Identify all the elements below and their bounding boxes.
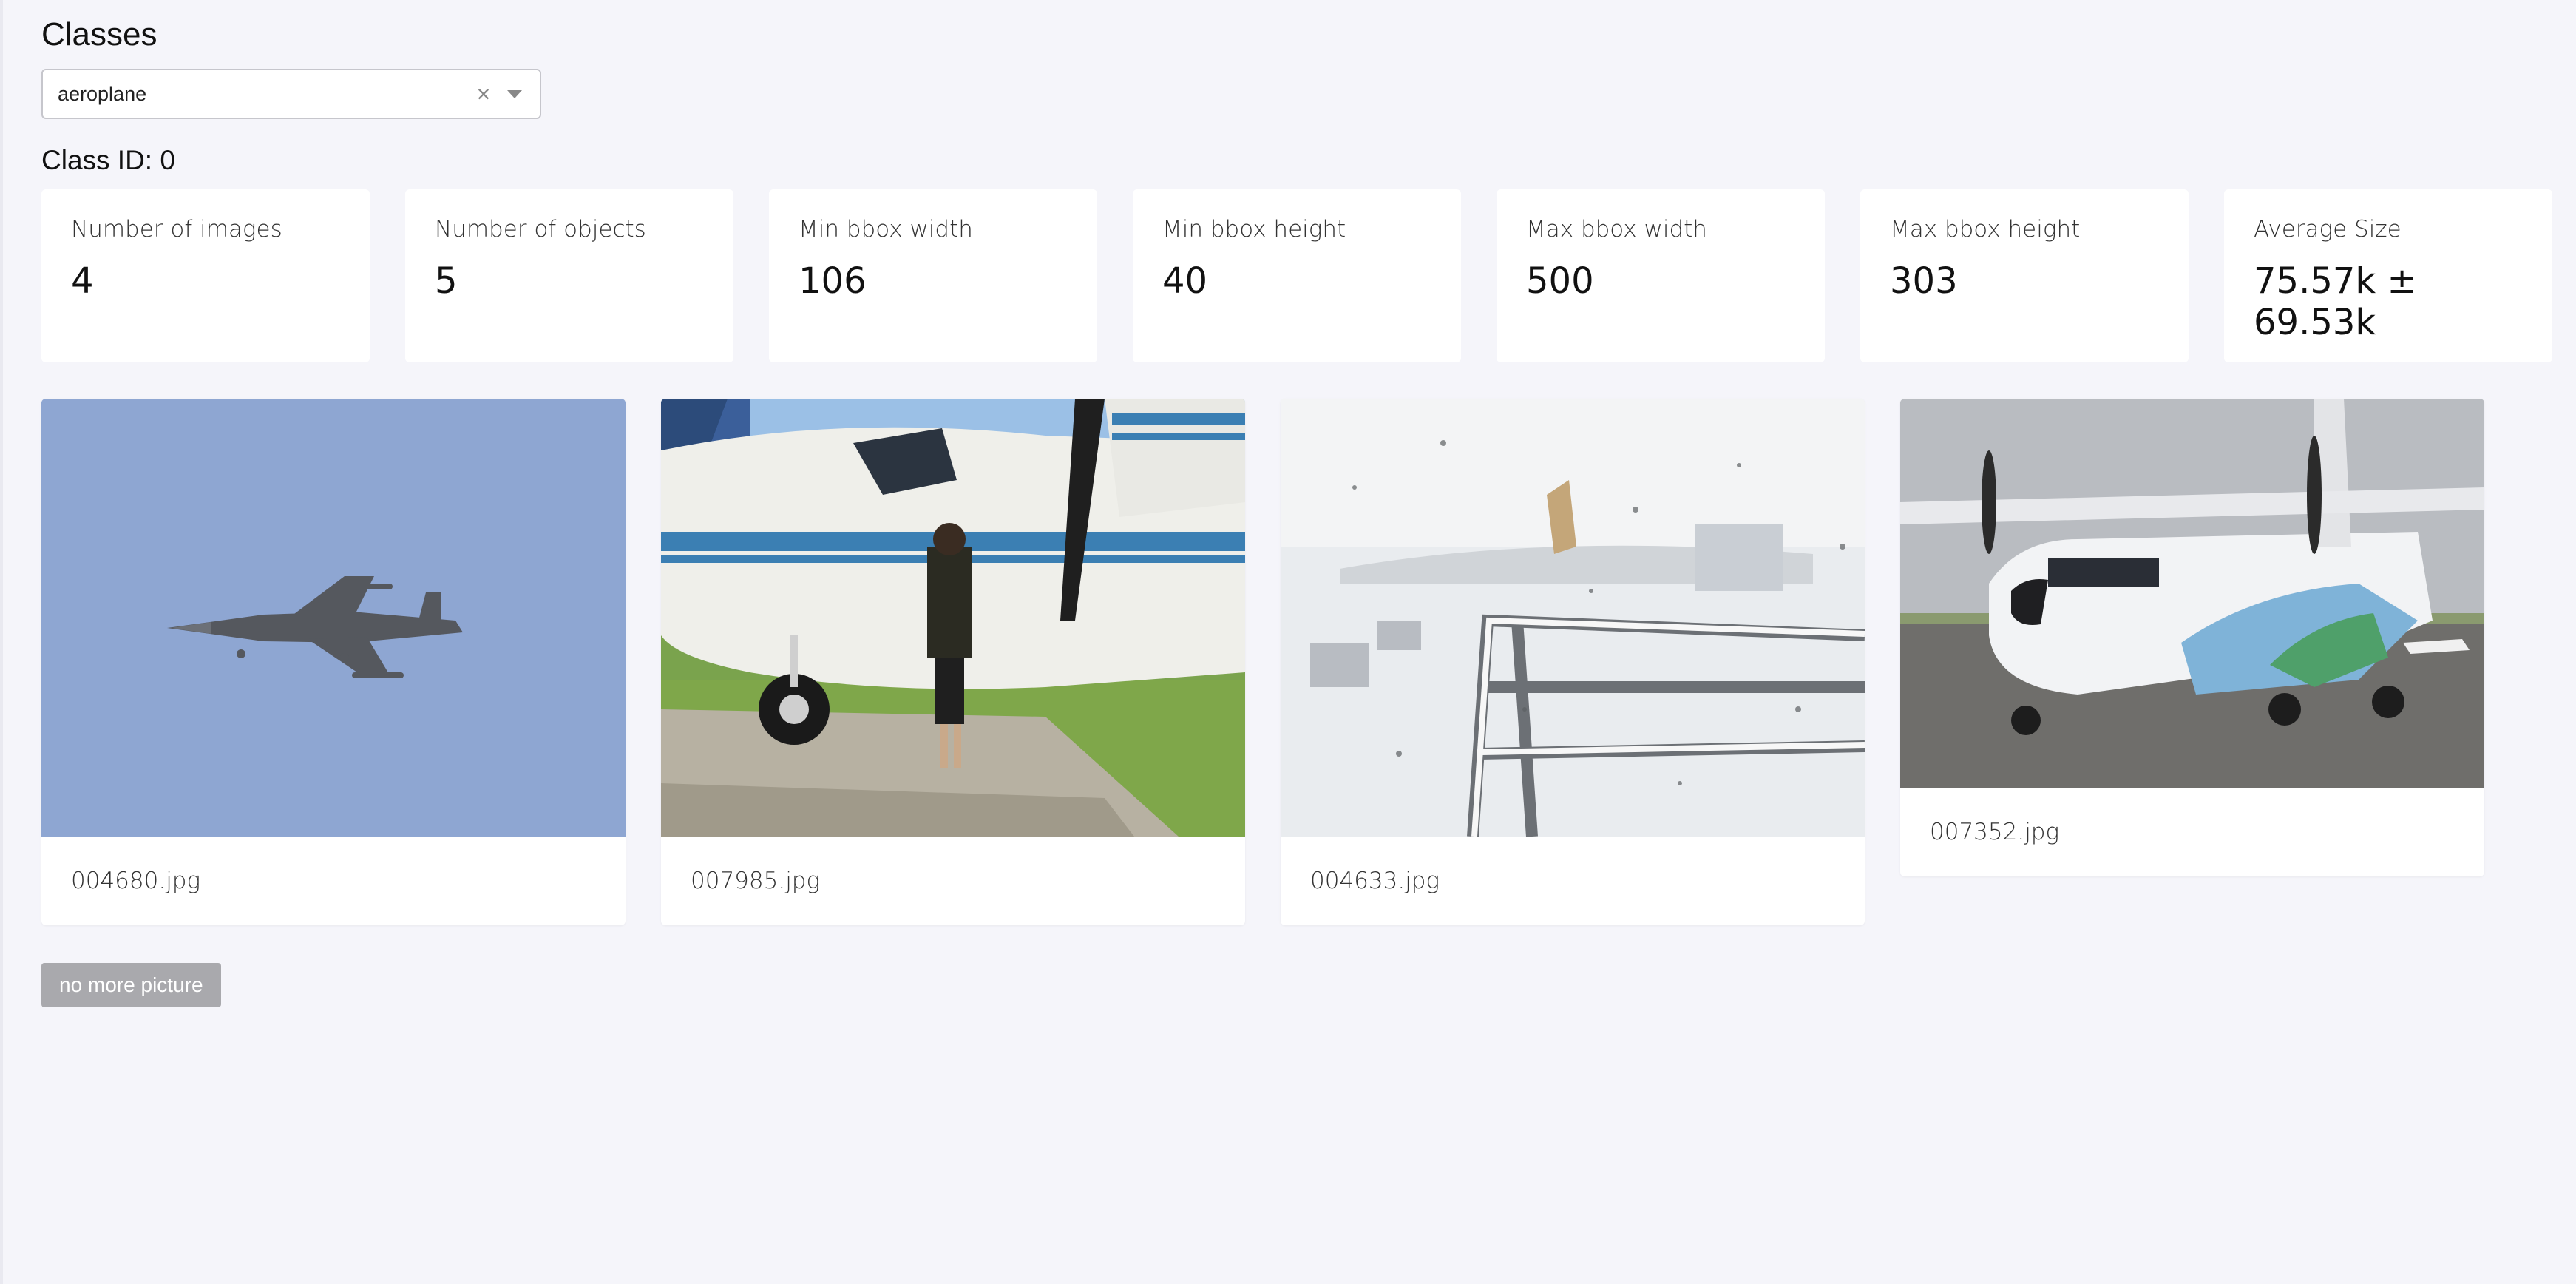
image-thumbnail[interactable] [661, 399, 1245, 837]
stat-card-max-bbox-width: Max bbox width 500 [1497, 189, 1825, 362]
dataset-explorer-page: Classes aeroplane × Class ID: 0 Number o… [0, 0, 2576, 1284]
image-filename: 007985.jpg [691, 868, 821, 894]
class-id-label: Class ID: 0 [41, 145, 175, 175]
stats-row: Number of images 4 Number of objects 5 M… [41, 189, 2552, 362]
stat-value: 4 [71, 260, 94, 302]
image-filename: 004680.jpg [71, 868, 201, 894]
stat-card-number-of-objects: Number of objects 5 [405, 189, 733, 362]
stat-value: 5 [435, 260, 458, 302]
image-thumbnail[interactable] [41, 399, 626, 837]
image-card[interactable]: 007352.jpg [1900, 399, 2484, 876]
stat-card-number-of-images: Number of images 4 [41, 189, 370, 362]
clear-icon[interactable]: × [470, 81, 497, 108]
image-thumbnail[interactable] [1281, 399, 1865, 837]
stat-value: 40 [1162, 260, 1208, 302]
stat-value: 303 [1890, 260, 1958, 302]
image-filename: 004633.jpg [1310, 868, 1440, 894]
stat-label: Max bbox width [1526, 216, 1707, 243]
image-card[interactable]: 004633.jpg [1281, 399, 1865, 925]
stat-value: 106 [799, 260, 867, 302]
stat-label: Number of images [71, 216, 282, 243]
stat-value: 75.57k ± 69.53k [2254, 260, 2417, 343]
image-thumbnail[interactable] [1900, 399, 2484, 788]
stat-label: Min bbox height [1162, 216, 1346, 243]
class-select-value[interactable]: aeroplane [58, 83, 470, 106]
image-card[interactable]: 007985.jpg [661, 399, 1245, 925]
class-select[interactable]: aeroplane × [41, 69, 541, 119]
stat-card-average-size: Average Size 75.57k ± 69.53k [2224, 189, 2552, 362]
stat-value: 500 [1526, 260, 1594, 302]
stat-card-min-bbox-height: Min bbox height 40 [1133, 189, 1461, 362]
stat-label: Number of objects [435, 216, 646, 243]
stat-card-max-bbox-height: Max bbox height 303 [1860, 189, 2189, 362]
stat-label: Max bbox height [1890, 216, 2081, 243]
image-filename: 007352.jpg [1930, 819, 2060, 845]
stat-label: Average Size [2254, 216, 2402, 243]
left-edge-strip [0, 0, 3, 1284]
stat-card-min-bbox-width: Min bbox width 106 [769, 189, 1097, 362]
page-title: Classes [41, 16, 157, 53]
no-more-picture-button[interactable]: no more picture [41, 963, 221, 1007]
image-card[interactable]: 004680.jpg [41, 399, 626, 925]
stat-label: Min bbox width [799, 216, 973, 243]
chevron-down-icon[interactable] [507, 89, 522, 98]
image-gallery: 004680.jpg 007985.jpg 004633.jpg 007352.… [41, 399, 2484, 925]
